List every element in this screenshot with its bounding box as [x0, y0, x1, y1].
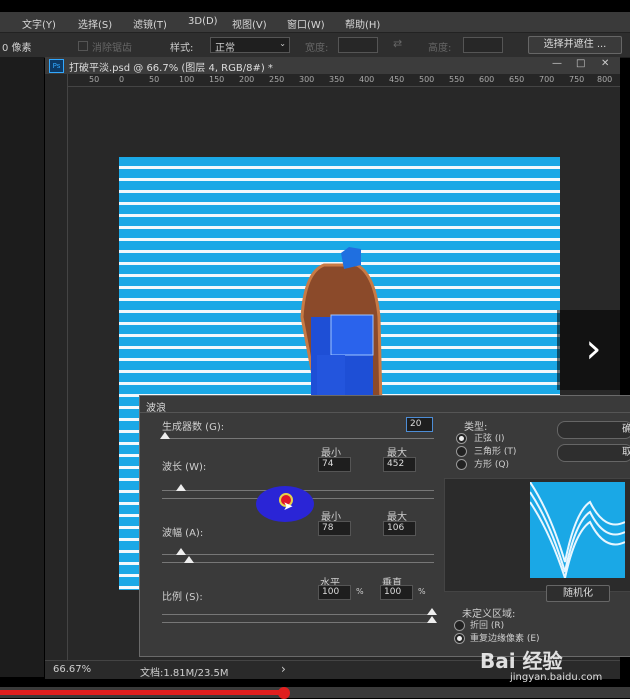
tools-panel	[0, 57, 44, 677]
photoshop-file-icon: Ps	[49, 59, 64, 73]
scale-h-slider-track[interactable]	[162, 614, 434, 615]
scale-label: 比例 (S):	[162, 592, 203, 603]
generators-slider-thumb[interactable]	[160, 432, 170, 439]
menu-item-filter[interactable]: 滤镜(T)	[133, 16, 167, 31]
wavelength-label: 波长 (W):	[162, 462, 207, 473]
amplitude-min-slider-track[interactable]	[162, 554, 434, 555]
type-radio-triangle[interactable]	[456, 446, 467, 457]
document-tab[interactable]: Ps 打破平淡.psd @ 66.7% (图层 4, RGB/8#) * — □…	[45, 57, 620, 74]
close-icon[interactable]: ✕	[601, 58, 609, 69]
type-option-square: 方形 (Q)	[474, 460, 509, 470]
wave-preview	[530, 482, 625, 578]
minimize-icon[interactable]: —	[552, 58, 562, 69]
zoom-level[interactable]: 66.67%	[53, 664, 91, 675]
video-progress-handle[interactable]	[277, 687, 290, 699]
undefined-option-repeat: 重复边缘像素 (E)	[470, 634, 540, 644]
generators-label: 生成器数 (G):	[162, 422, 225, 433]
video-progress-fill	[0, 690, 284, 695]
menu-item-view[interactable]: 视图(V)	[232, 16, 267, 31]
cancel-button[interactable]: 取	[557, 444, 630, 462]
wave-dialog: 波浪 生成器数 (G): 20 最小 最大 波长 (W): 74 452 ➤ 最…	[139, 395, 630, 657]
type-radio-square[interactable]	[456, 459, 467, 470]
scale-v-slider-thumb[interactable]	[427, 616, 437, 623]
options-bar: 0 像素 消除锯齿 样式: 正常 ⌄ 宽度: ⇄ 高度: 选择并遮住 ...	[0, 33, 630, 58]
menu-item-select[interactable]: 选择(S)	[78, 16, 112, 31]
select-and-mask-button[interactable]: 选择并遮住 ...	[528, 36, 622, 54]
maximize-icon[interactable]: □	[576, 58, 585, 69]
amplitude-max-input[interactable]: 106	[383, 521, 416, 536]
wavelength-max-input[interactable]: 452	[383, 457, 416, 472]
menu-item-3d[interactable]: 3D(D)	[188, 16, 218, 27]
type-option-triangle: 三角形 (T)	[474, 447, 517, 457]
amplitude-label: 波幅 (A):	[162, 528, 204, 539]
undefined-option-wrap: 折回 (R)	[470, 621, 505, 631]
generators-input[interactable]: 20	[406, 417, 433, 432]
height-label: 高度:	[428, 43, 452, 54]
amplitude-min-input[interactable]: 78	[318, 521, 351, 536]
scale-h-percent: %	[356, 587, 364, 596]
height-input[interactable]	[463, 37, 503, 53]
menu-item-window[interactable]: 窗口(W)	[287, 16, 325, 31]
width-input[interactable]	[338, 37, 378, 53]
style-select[interactable]: 正常 ⌄	[210, 37, 290, 54]
mouse-pointer-icon: ➤	[283, 499, 294, 513]
horizontal-ruler: 50 0 50 100 150 200 250 300 350 400 450 …	[67, 74, 620, 87]
document-size: 文档:1.81M/23.5M	[140, 668, 229, 679]
video-progress-bar[interactable]	[0, 687, 630, 699]
scale-horizontal-input[interactable]: 100	[318, 585, 351, 600]
wavelength-min-input[interactable]: 74	[318, 457, 351, 472]
chevron-down-icon: ⌄	[279, 39, 286, 48]
baidu-logo: Bai 经验	[480, 649, 563, 673]
status-menu-arrow[interactable]: ›	[281, 662, 286, 676]
scale-v-slider-track[interactable]	[162, 622, 434, 623]
randomize-button[interactable]: 随机化	[546, 585, 610, 602]
vertical-ruler	[45, 74, 68, 660]
preview-thumbnail	[530, 482, 625, 578]
watermark-url: jingyan.baidu.com	[510, 672, 603, 683]
generators-slider-track[interactable]	[162, 438, 434, 439]
antialias-checkbox[interactable]	[78, 41, 88, 51]
wavelength-min-slider-thumb[interactable]	[176, 484, 186, 491]
undefined-radio-repeat[interactable]	[454, 633, 465, 644]
width-label: 宽度:	[305, 43, 329, 54]
style-label: 样式:	[170, 43, 194, 54]
type-option-sine: 正弦 (I)	[474, 434, 505, 444]
type-radio-sine[interactable]	[456, 433, 467, 444]
amplitude-min-slider-thumb[interactable]	[176, 548, 186, 555]
scale-h-slider-thumb[interactable]	[427, 608, 437, 615]
swap-icon[interactable]: ⇄	[393, 37, 402, 50]
undefined-radio-wrap[interactable]	[454, 620, 465, 631]
document-title: 打破平淡.psd @ 66.7% (图层 4, RGB/8#) *	[69, 63, 273, 74]
antialias-label: 消除锯齿	[92, 43, 132, 54]
amplitude-max-slider-track[interactable]	[162, 562, 434, 563]
next-slide-button[interactable]: ›	[557, 310, 630, 390]
menu-item-type[interactable]: 文字(Y)	[22, 16, 56, 31]
ok-button[interactable]: 确	[557, 421, 630, 439]
menu-bar: 文字(Y) 选择(S) 滤镜(T) 3D(D) 视图(V) 窗口(W) 帮助(H…	[0, 12, 630, 33]
menu-item-help[interactable]: 帮助(H)	[345, 16, 380, 31]
scale-vertical-input[interactable]: 100	[380, 585, 413, 600]
scale-v-percent: %	[418, 587, 426, 596]
amplitude-max-slider-thumb[interactable]	[184, 556, 194, 563]
feather-unit[interactable]: 0 像素	[2, 39, 32, 54]
